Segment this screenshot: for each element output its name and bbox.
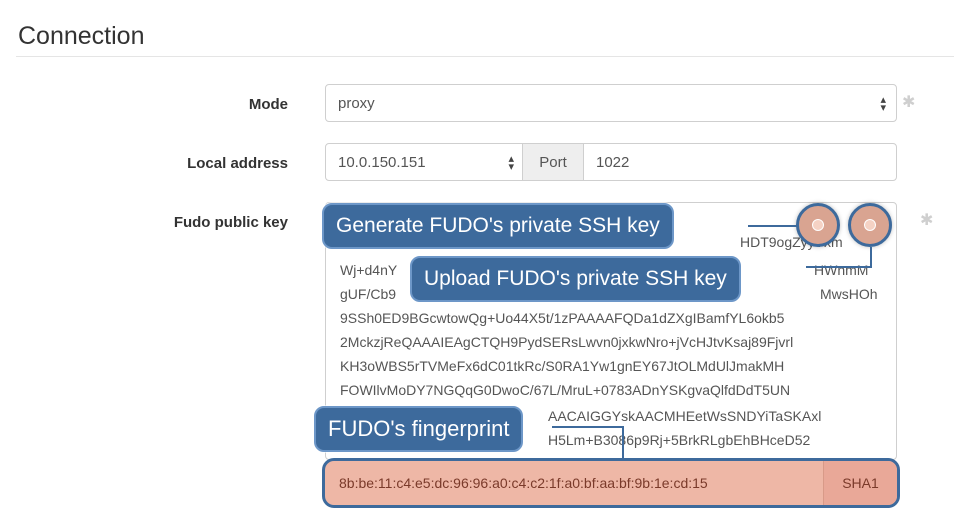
gear-icon[interactable]: ✱ bbox=[920, 213, 934, 229]
key-line: FOWIlvMoDY7NGQqG0DwoC/67L/MruL+0783ADnYS… bbox=[340, 382, 791, 398]
key-line: H5Lm+B3086p9Rj+5BrkRLgbEhBHceD52 bbox=[548, 432, 811, 448]
key-line: 2MckzjReQAAAIEAgCTQH9PydSERsLwvn0jxkwNro… bbox=[340, 334, 794, 350]
callout-connector bbox=[806, 266, 872, 268]
callout-connector bbox=[622, 426, 624, 460]
callout-connector bbox=[748, 225, 798, 227]
callout-connector bbox=[870, 247, 872, 268]
key-line: 9SSh0ED9BGcwtowQg+Uo44X5t/1zPAAAAFQDa1dZ… bbox=[340, 310, 785, 326]
gear-icon[interactable]: ✱ bbox=[902, 95, 916, 111]
port-input[interactable]: 1022 bbox=[583, 143, 897, 181]
key-line: KH3oWBS5rTVMeFx6dC01tkRc/S0RA1Yw1gnEY67J… bbox=[340, 358, 785, 374]
generate-icon bbox=[812, 219, 824, 231]
key-line: Wj+d4nY bbox=[340, 262, 398, 278]
fingerprint-field: 8b:be:11:c4:e5:dc:96:96:a0:c4:c2:1f:a0:b… bbox=[322, 458, 900, 508]
mode-label: Mode bbox=[248, 96, 288, 113]
port-addon: Port bbox=[522, 143, 584, 181]
select-arrows-icon: ▴ ▾ bbox=[880, 94, 886, 114]
key-line: MwsHOh bbox=[820, 286, 878, 302]
key-line: HWnmM bbox=[814, 262, 869, 278]
upload-icon bbox=[864, 219, 876, 231]
key-line: AACAIGGYskAACMHEetWsSNDYiTaSKAxl bbox=[548, 408, 822, 424]
local-address-value: 10.0.150.151 bbox=[338, 153, 426, 171]
callout-upload: Upload FUDO's private SSH key bbox=[410, 256, 741, 302]
callout-generate: Generate FUDO's private SSH key bbox=[322, 203, 674, 249]
public-key-label: Fudo public key bbox=[173, 214, 288, 231]
upload-key-button[interactable] bbox=[848, 203, 892, 247]
generate-key-button[interactable] bbox=[796, 203, 840, 247]
callout-connector bbox=[552, 426, 624, 428]
callout-fingerprint: FUDO's fingerprint bbox=[314, 406, 524, 452]
fingerprint-value: 8b:be:11:c4:e5:dc:96:96:a0:c4:c2:1f:a0:b… bbox=[339, 475, 708, 491]
key-line: gUF/Cb9 bbox=[340, 286, 397, 302]
select-arrows-icon: ▴ ▾ bbox=[508, 153, 514, 173]
local-address-label: Local address bbox=[187, 155, 288, 172]
mode-value: proxy bbox=[338, 94, 375, 112]
section-divider bbox=[16, 56, 954, 57]
mode-select[interactable]: proxy ▴ ▾ bbox=[325, 84, 897, 122]
local-address-select[interactable]: 10.0.150.151 ▴ ▾ bbox=[325, 143, 523, 181]
port-value: 1022 bbox=[596, 153, 630, 171]
section-title: Connection bbox=[18, 22, 145, 50]
fingerprint-algo-addon: SHA1 bbox=[823, 461, 897, 505]
